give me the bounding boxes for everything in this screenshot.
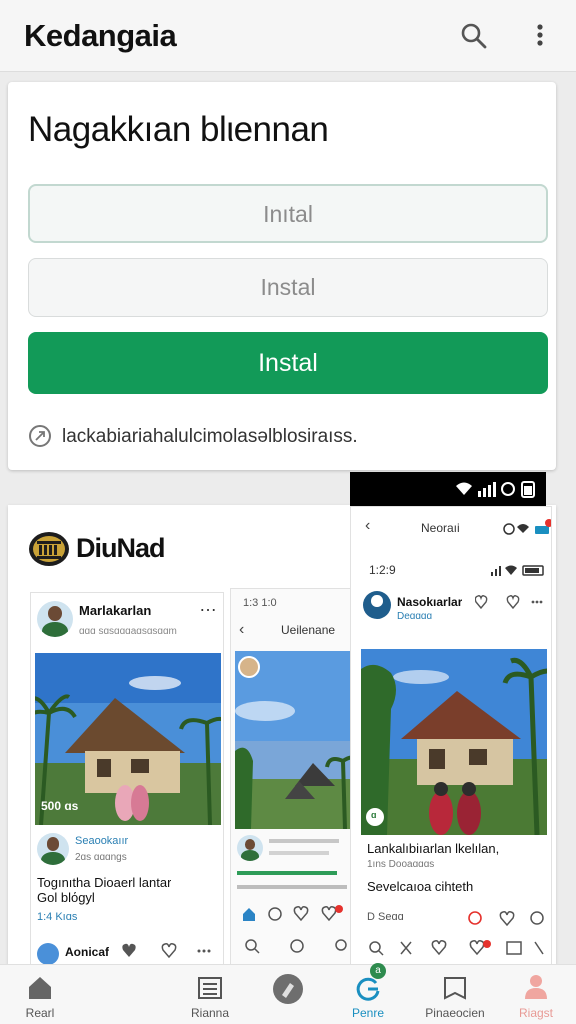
home-icon (29, 977, 51, 999)
photo-badge: ɑ (371, 810, 377, 820)
phone2-actions[interactable] (241, 905, 345, 923)
phone3-photo: ɑ (361, 649, 547, 835)
nav-label-home: Rearl (25, 1006, 55, 1020)
status-icons (456, 481, 535, 498)
post-username: Marlakarlan (79, 603, 152, 618)
nav-label-refresh: Penre (351, 1006, 385, 1020)
nav-item-refresh[interactable]: a Penre (338, 963, 398, 1024)
card-heading: Nagakkıan blιennan (28, 110, 329, 149)
second-input-field[interactable]: Instal (28, 258, 548, 317)
phone3-header-icons (503, 519, 551, 535)
text-placeholder (237, 871, 337, 875)
phone2-title: Ueilenane (281, 623, 336, 637)
footer-avatar (37, 943, 59, 965)
commenter-sub: 2ɑs ɑɑɑngs (75, 852, 127, 863)
book-icon (444, 977, 466, 1000)
phone2-photo (235, 651, 351, 829)
nav-item-compose[interactable] (258, 965, 318, 1024)
post-more-icon[interactable]: … (199, 595, 217, 616)
phone3-time: 1:2:9 (369, 563, 396, 577)
info-icon (29, 425, 51, 447)
phone3-user-sub: Deɑɑɑɑ (397, 611, 433, 622)
hint-text: lackabiariahalulcimolasəlblosiraıss. (62, 426, 358, 447)
status-bar (350, 472, 546, 506)
back-icon[interactable]: ‹ (239, 621, 244, 639)
nav-label-list: Rianna (190, 1006, 230, 1020)
text-placeholder (269, 851, 329, 855)
more-vert-icon[interactable] (530, 22, 550, 50)
first-input-field[interactable]: Inıtal (28, 184, 548, 243)
post-stats: 1:4 Kıɑs (37, 911, 78, 923)
back-icon[interactable]: ‹ (365, 517, 370, 535)
phone2-nav-icons[interactable] (243, 937, 347, 955)
footer-username: Aonicaf (65, 945, 110, 959)
brand-name: DiuNad (76, 533, 165, 563)
phone-mockup-2: 1:3 1:0 ‹ Ueilenane (230, 588, 352, 966)
phone-mockup-1: Marlakarlan ɑɑɑ sɑsɑɑɑaɑsɑsɑɑm … 500 ɑs … (30, 592, 224, 966)
app-title: Kedangaia (24, 18, 177, 53)
phone3-status-icons (491, 565, 544, 576)
commenter-avatar (37, 833, 69, 865)
phone3-caption2: Sevelcaıoa cihteth (367, 879, 474, 894)
nav-item-home[interactable]: Rearl (10, 965, 70, 1024)
profile-icon (525, 975, 547, 999)
post-caption-line1: Togınıtha Dioaerl lantar (37, 875, 172, 890)
post-actions[interactable] (121, 943, 211, 959)
phone3-reply: D Seɑɑ (367, 911, 404, 923)
phone3-caption1-sub: 1ıns Dooaɑɑɑs (367, 859, 435, 870)
text-placeholder (269, 839, 339, 843)
nav-item-list[interactable]: Rianna (180, 965, 240, 1024)
refresh-icon (356, 977, 380, 1001)
nav-item-book[interactable]: Pinaeocien (416, 965, 494, 1024)
install-button[interactable]: Instal (28, 332, 548, 394)
app-bar: Kedangaia (0, 0, 576, 72)
nav-label-profile: Riagst (518, 1006, 553, 1020)
list-icon (198, 977, 222, 999)
photo-caption: 500 ɑs (41, 799, 79, 813)
brand-logo-icon (29, 532, 69, 566)
post-avatar (363, 591, 391, 619)
search-icon[interactable] (460, 22, 488, 50)
post-handle: ɑɑɑ sɑsɑɑɑaɑsɑsɑɑm (79, 626, 177, 637)
phone3-reply-actions[interactable] (467, 909, 547, 927)
text-placeholder (237, 885, 347, 889)
avatar (237, 835, 263, 861)
phone-mockup-3: ‹ Neoraıi 1:2:9 Nasokıarlar Deɑɑɑɑ ɑ Lan… (350, 506, 552, 966)
phone3-user: Nasokıarlar (397, 595, 463, 609)
avatar (37, 601, 73, 637)
phone3-caption1: Lankalıbiıarlan lkelılan, (367, 841, 500, 856)
nav-label-book: Pinaeocien (425, 1006, 485, 1020)
phone3-header-title: Neoraıi (421, 521, 460, 535)
bottom-nav: Rearl Rianna a Penre Pinaeocien Riagst (0, 963, 576, 1024)
post-photo: 500 ɑs (35, 653, 221, 825)
post-caption-line2: Gol blόgyl (37, 890, 95, 905)
nav-item-profile[interactable]: Riagst (506, 965, 566, 1024)
commenter-name: Seaookaıır (75, 835, 129, 847)
compose-icon (273, 974, 303, 1004)
install-card: Nagakkıan blιennan Inıtal Instal Instal … (8, 82, 556, 470)
phone3-bottom-icons[interactable] (367, 939, 547, 957)
phone3-user-actions[interactable] (475, 595, 543, 609)
nav-badge: a (370, 963, 386, 979)
phone2-time: 1:3 1:0 (243, 597, 277, 609)
